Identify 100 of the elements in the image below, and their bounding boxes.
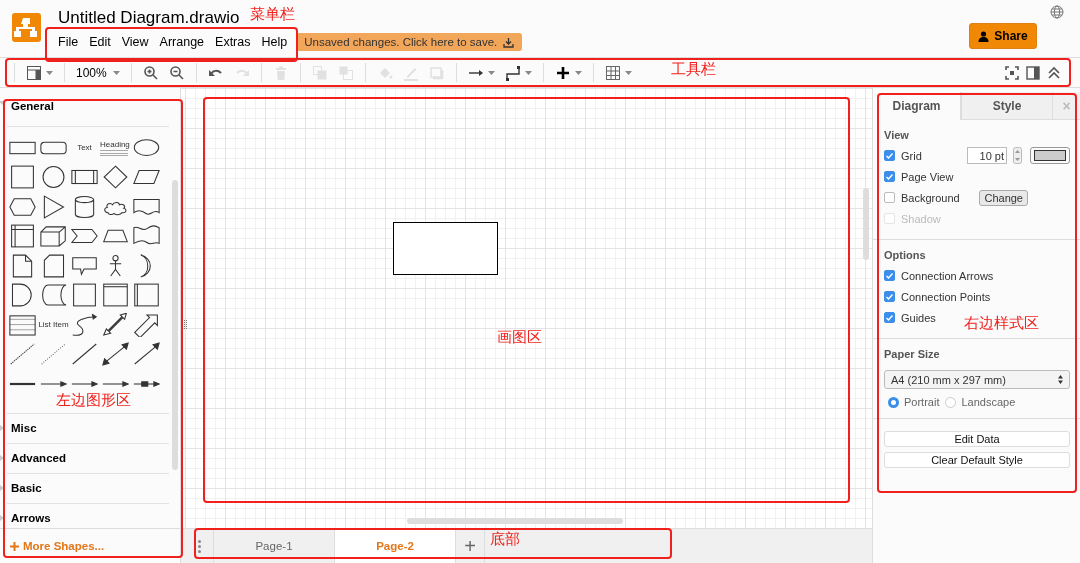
section-title: Advanced xyxy=(11,452,66,464)
list-item-shape[interactable]: List Item xyxy=(38,320,69,330)
annotation-label: 右边样式区 xyxy=(964,314,1039,332)
line-icon[interactable] xyxy=(71,342,98,367)
text-shape[interactable]: Text xyxy=(77,143,92,153)
diamond-icon[interactable] xyxy=(102,165,129,190)
checkbox-label: Background xyxy=(901,191,960,204)
splitter-handle[interactable] xyxy=(184,320,187,329)
scrollbar[interactable] xyxy=(863,188,869,260)
section-title: Basic xyxy=(11,482,42,494)
radio-button[interactable] xyxy=(888,396,899,408)
table-icon[interactable] xyxy=(604,64,621,81)
section-title: Misc xyxy=(11,422,37,434)
save-notice-button[interactable]: Unsaved changes. Click here to save. xyxy=(296,33,523,51)
circle-icon[interactable] xyxy=(40,165,67,190)
section-header[interactable]: Advanced xyxy=(7,443,169,473)
menu-item[interactable]: Help xyxy=(261,33,288,51)
radio-button[interactable] xyxy=(945,396,957,408)
annotation-label: 左边图形区 xyxy=(56,391,131,409)
cube-icon[interactable] xyxy=(40,224,67,249)
checkbox-label: Guides xyxy=(901,311,936,324)
zoom-out-icon[interactable] xyxy=(168,64,185,81)
checkbox-label: Page View xyxy=(901,170,954,183)
checkbox[interactable] xyxy=(884,192,895,203)
caret-icon xyxy=(524,70,532,75)
add-page-button[interactable]: + xyxy=(455,529,485,563)
globe-icon[interactable] xyxy=(1050,5,1064,19)
panel-tab[interactable]: Style xyxy=(961,92,1053,120)
paper-size-select[interactable]: A4 (210 mm x 297 mm) xyxy=(884,370,1070,389)
directional-arrow-icon[interactable] xyxy=(133,342,160,367)
rectangle-shape[interactable] xyxy=(393,222,498,275)
scrollbar[interactable] xyxy=(172,180,178,470)
curve-icon[interactable] xyxy=(71,312,98,337)
checkbox-label: Grid xyxy=(901,149,922,162)
section-title: View xyxy=(884,129,910,143)
annotation-label: 底部 xyxy=(490,530,520,548)
fit-icon[interactable] xyxy=(1004,64,1020,81)
caret-icon xyxy=(574,70,582,75)
grid-size-field[interactable]: 10 pt xyxy=(967,147,1007,164)
checkbox-label: Shadow xyxy=(901,212,941,225)
plus-icon[interactable] xyxy=(554,64,571,81)
caret-icon xyxy=(487,70,495,75)
change-button[interactable]: Change xyxy=(979,189,1028,206)
caret-icon xyxy=(46,70,53,75)
spinner-icon[interactable] xyxy=(1013,147,1022,164)
stepper-caret-icon xyxy=(1058,375,1063,384)
bidirectional-arrow-icon[interactable] xyxy=(102,342,129,367)
checkbox-label: Connection Arrows xyxy=(901,269,994,282)
section-header[interactable]: Misc xyxy=(7,413,169,443)
section-header[interactable]: Basic xyxy=(7,473,169,503)
color-swatch[interactable] xyxy=(1030,147,1070,164)
radio-label: Portrait xyxy=(904,396,940,408)
menu-item[interactable]: File xyxy=(58,33,79,51)
panel-icon[interactable] xyxy=(1025,64,1041,81)
panel-button[interactable]: Clear Default Style xyxy=(884,452,1070,468)
person-icon xyxy=(978,30,990,42)
checkbox[interactable] xyxy=(884,150,895,161)
annotation-label: 工具栏 xyxy=(671,60,716,78)
annotation-label: 菜单栏 xyxy=(250,5,295,23)
square-icon[interactable] xyxy=(9,165,36,190)
stored-data-icon[interactable] xyxy=(40,283,67,308)
section-header[interactable]: Arrows xyxy=(7,503,169,528)
zoom-in-icon[interactable] xyxy=(142,64,159,81)
menu-item[interactable]: Arrange xyxy=(159,33,205,51)
app-logo xyxy=(12,13,41,42)
section-title: Options xyxy=(884,249,927,263)
double-arrow-icon[interactable] xyxy=(102,312,129,337)
internal-storage-icon[interactable] xyxy=(9,224,36,249)
annotation-label: 画图区 xyxy=(497,328,542,346)
square-icon[interactable] xyxy=(71,283,98,308)
scrollbar[interactable] xyxy=(407,518,623,524)
section-title: Paper Size xyxy=(884,348,941,362)
menu-item[interactable]: Extras xyxy=(215,33,251,51)
panel-button[interactable]: Edit Data xyxy=(884,431,1070,447)
section-title: Arrows xyxy=(11,512,51,524)
caret-icon xyxy=(112,70,120,75)
dotted-line-icon[interactable] xyxy=(40,342,67,367)
document-title[interactable]: Untitled Diagram.drawio xyxy=(58,8,240,27)
section-header[interactable]: General xyxy=(7,100,169,126)
caret-icon xyxy=(624,70,632,75)
collapse-icon[interactable] xyxy=(1046,64,1062,81)
share-button[interactable]: Share xyxy=(969,23,1037,49)
container-icon[interactable] xyxy=(133,283,160,308)
arrow-icon[interactable] xyxy=(133,312,160,337)
plus-icon xyxy=(10,541,19,551)
zoom-dropdown[interactable]: 100% xyxy=(76,65,120,80)
checkbox[interactable] xyxy=(884,291,895,302)
menu-item[interactable]: View xyxy=(121,33,149,51)
layout-icon[interactable] xyxy=(26,64,42,81)
checkbox[interactable] xyxy=(884,270,895,281)
menu-item[interactable]: Edit xyxy=(89,33,111,51)
radio-label: Landscape xyxy=(961,396,1016,408)
waypoint-icon[interactable] xyxy=(504,64,521,81)
download-icon xyxy=(503,36,515,48)
checkbox[interactable] xyxy=(884,171,895,182)
checkbox-label: Connection Points xyxy=(901,290,991,303)
checkbox[interactable] xyxy=(884,312,895,323)
list-icon[interactable] xyxy=(9,312,36,337)
container-icon[interactable] xyxy=(102,283,129,308)
section-title: General xyxy=(11,100,54,112)
